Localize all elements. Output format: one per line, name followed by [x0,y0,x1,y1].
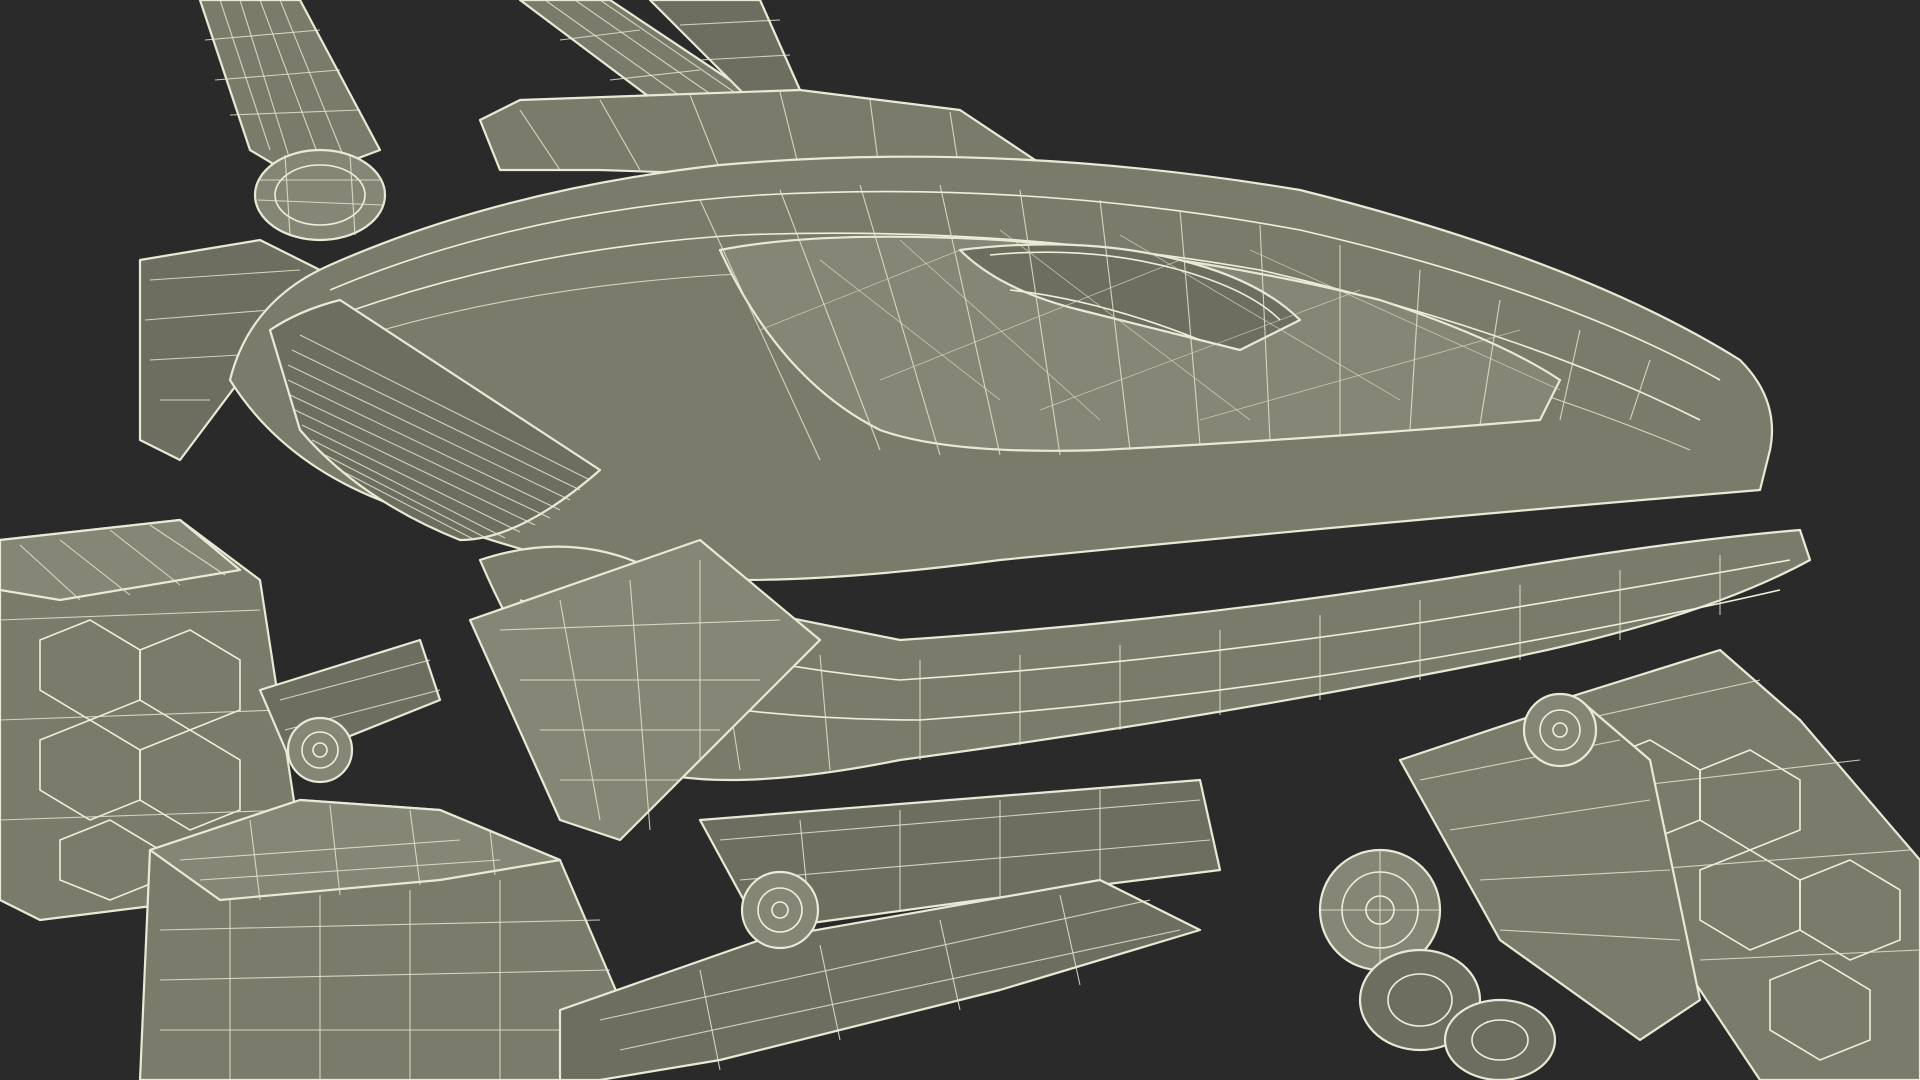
lower-wheel-right [1443,998,1557,1080]
wireframe-model-render [0,0,1920,1080]
center-hub-bolt [740,870,820,950]
upper-right-hub-bolt [1522,692,1598,768]
arm-joint-left [253,148,387,242]
render-viewport [0,0,1920,1080]
left-hub-bolt [286,716,354,784]
